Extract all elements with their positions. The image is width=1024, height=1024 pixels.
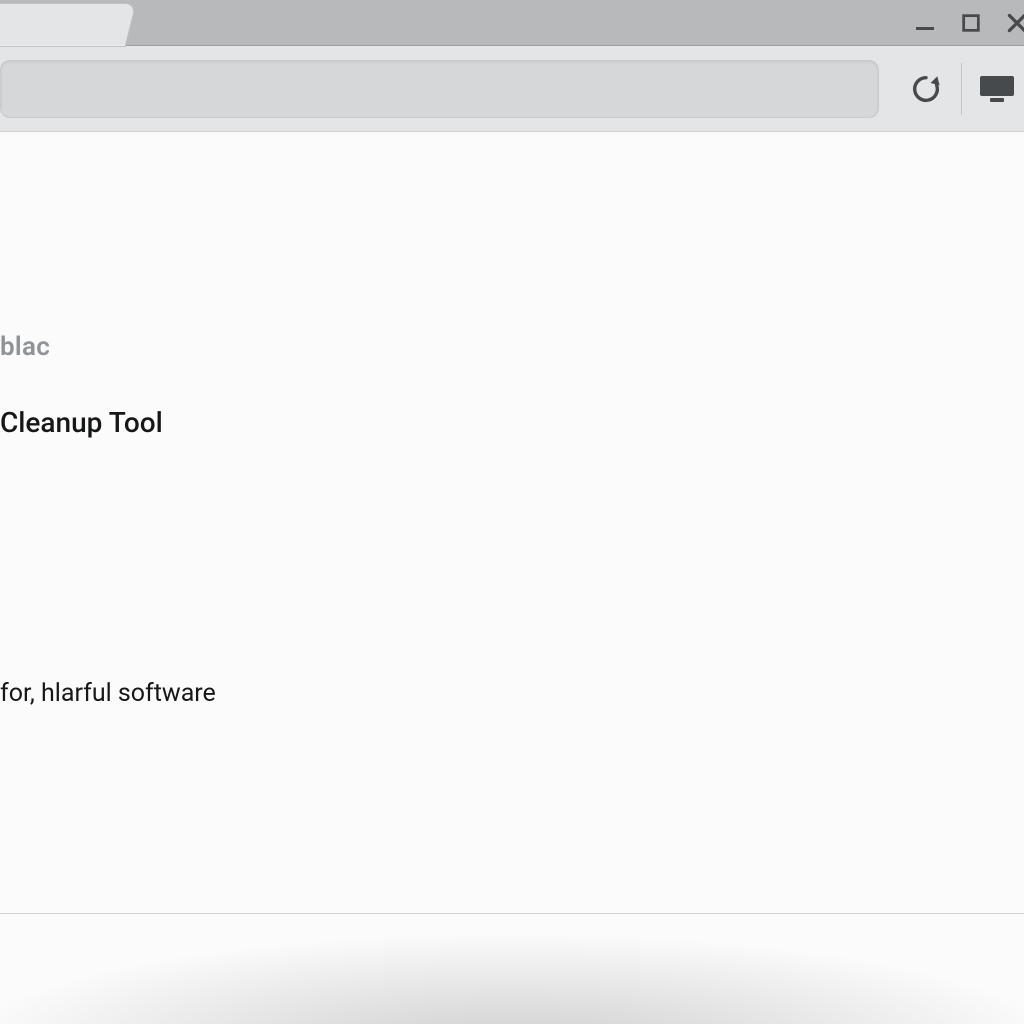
page-title: Cleanup Tool: [0, 406, 1024, 439]
toolbar-separator: [961, 63, 962, 115]
active-tab-edge[interactable]: [0, 4, 135, 46]
horizontal-divider: [0, 913, 1024, 914]
maximize-icon: [960, 12, 982, 34]
window-maximize-button[interactable]: [948, 0, 994, 46]
tabstrip: [0, 0, 1024, 46]
section-small-label: blac: [0, 332, 1024, 362]
minimize-icon: [913, 11, 937, 35]
close-icon: [1004, 10, 1024, 36]
page-content: blac Cleanup Tool for, hlarful software: [0, 132, 1024, 1024]
reload-icon: [909, 72, 943, 106]
cast-button[interactable]: [968, 60, 1024, 118]
reload-button[interactable]: [897, 60, 955, 118]
cast-icon: [978, 74, 1016, 104]
window-close-button[interactable]: [994, 0, 1024, 46]
window-minimize-button[interactable]: [902, 0, 948, 46]
page-description: for, hlarful software: [0, 679, 1024, 708]
browser-toolbar: [0, 46, 1024, 132]
address-bar[interactable]: [0, 60, 879, 118]
